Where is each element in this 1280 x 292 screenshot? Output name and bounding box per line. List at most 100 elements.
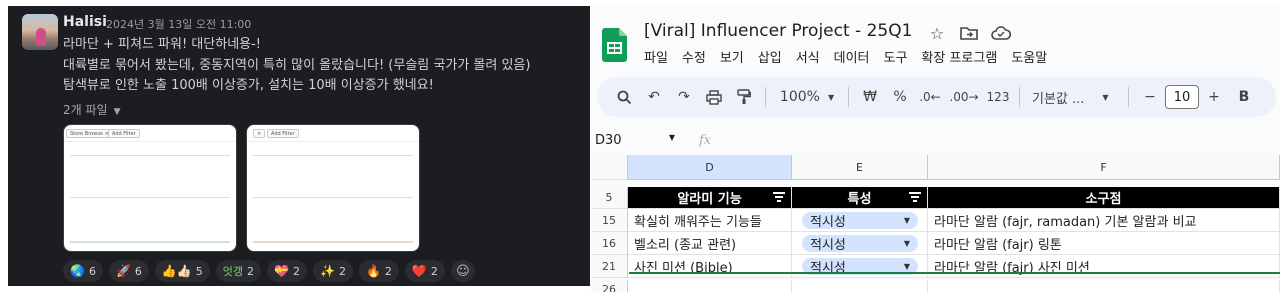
column-header-e[interactable]: E (792, 155, 928, 180)
row-number[interactable]: 26 (591, 280, 628, 292)
filter-icon[interactable] (909, 192, 921, 202)
header-cell-trait[interactable]: 특성 (792, 187, 928, 209)
reaction-pill[interactable]: ❤️ 2 (404, 260, 445, 282)
file-thumbnail[interactable]: Store Browse × Add Filter (63, 124, 237, 252)
font-size-input[interactable]: 10 (1165, 85, 1199, 109)
reaction-pill[interactable]: 엇갱 2 (215, 260, 262, 282)
reaction-count: 6 (134, 264, 142, 278)
more-formats-button[interactable]: 123 (983, 83, 1013, 111)
document-title[interactable]: [Viral] Influencer Project - 25Q1 (644, 21, 912, 41)
row-number[interactable]: 15 (591, 209, 628, 232)
menu-item[interactable]: 보기 (720, 47, 744, 66)
trait-cell[interactable]: 적시성 ▼ (792, 232, 928, 255)
search-icon[interactable] (609, 83, 639, 111)
slack-message-panel: Halisi 2024년 3월 13일 오전 11:00 라마단 + 피쳐드 파… (8, 6, 590, 286)
reaction-pill[interactable]: 🔥 2 (358, 260, 399, 282)
message-line: 라마단 + 피쳐드 파워! 대단하네용-! (63, 37, 262, 52)
paint-format-icon[interactable] (729, 83, 759, 111)
reaction-count: 6 (88, 264, 96, 278)
increase-decimal-button[interactable]: .00→ (945, 83, 983, 111)
menu-item[interactable]: 데이터 (834, 47, 870, 66)
decrease-font-size-button[interactable]: − (1135, 83, 1165, 111)
row-number[interactable]: 16 (591, 232, 628, 255)
feature-cell[interactable]: 사진 미션 (Bible) (628, 255, 792, 278)
author-name[interactable]: Halisi (63, 14, 107, 30)
feature-cell[interactable]: 확실히 깨워주는 기능들 (628, 209, 792, 232)
header-cell-appeal[interactable]: 소구점 (928, 187, 1280, 209)
menu-item[interactable]: 파일 (644, 47, 668, 66)
trait-cell[interactable]: 적시성 ▼ (792, 255, 928, 278)
menu-item[interactable]: 서식 (796, 47, 820, 66)
column-header-d[interactable]: D (628, 155, 792, 180)
files-label: 2개 파일 (63, 103, 108, 117)
decrease-decimal-button[interactable]: .0← (915, 83, 945, 111)
appeal-cell[interactable]: 라마단 알람 (fajr, ramadan) 기본 알람과 비교 (928, 209, 1280, 232)
zoom-select[interactable]: 100% ▼ (772, 83, 842, 111)
currency-format-button[interactable]: ₩ (855, 83, 885, 111)
move-folder-icon[interactable] (958, 22, 980, 44)
caret-down-icon: ▼ (903, 215, 910, 225)
thumbs-up-emoji-icon: 👍👍🏻 (161, 264, 192, 278)
appeal-cell[interactable]: 라마단 알람 (fajr) 링톤 (928, 232, 1280, 255)
reaction-pill[interactable]: ✨ 2 (313, 260, 353, 282)
reaction-pill[interactable]: 🚀 6 (108, 260, 149, 282)
row-number[interactable]: 21 (591, 255, 628, 278)
toolbar-divider (1019, 87, 1020, 107)
zoom-value: 100% (779, 89, 820, 105)
reaction-bar: 🌏 6 🚀 6 👍👍🏻 5 엇갱 2 💝 2 ✨ 2 🔥 2 ❤️ 2 ☺ (63, 260, 475, 282)
undo-icon[interactable]: ↶ (639, 83, 669, 111)
sheets-logo-icon[interactable] (602, 28, 627, 62)
dropdown-chip[interactable]: 적시성 ▼ (802, 234, 918, 253)
dropdown-chip[interactable]: 적시성 ▼ (802, 211, 918, 230)
toolbar-divider (848, 87, 849, 107)
table-row: 21 사진 미션 (Bible) 적시성 ▼ 라마단 알람 (fajr) 사진 미… (591, 255, 1280, 278)
menu-item[interactable]: 도움말 (1011, 47, 1047, 66)
filter-icon[interactable] (773, 192, 785, 202)
reaction-pill[interactable]: 👍👍🏻 5 (154, 260, 210, 282)
reaction-pill[interactable]: 💝 2 (267, 260, 307, 282)
feature-cell[interactable]: 벨소리 (종교 관련) (628, 232, 792, 255)
caret-down-icon: ▼ (668, 132, 675, 142)
custom-text-emoji-icon: 엇갱 (222, 265, 244, 278)
header-cell-text: 소구점 (1085, 192, 1122, 207)
percent-format-button[interactable]: % (885, 83, 915, 111)
name-box[interactable]: D30 ▼ (591, 133, 681, 148)
row-number[interactable]: 5 (591, 187, 628, 209)
message-timestamp[interactable]: 2024년 3월 13일 오전 11:00 (106, 16, 251, 32)
caret-down-icon: ▼ (113, 107, 121, 117)
bold-button[interactable]: B (1229, 83, 1259, 111)
menu-item[interactable]: 삽입 (758, 47, 782, 66)
chart-series-line (253, 241, 413, 243)
empty-cell[interactable] (928, 280, 1280, 292)
font-select[interactable]: 기본값 ... ▼ (1026, 83, 1122, 111)
files-toggle[interactable]: 2개 파일 ▼ (63, 101, 121, 118)
appeal-cell[interactable]: 라마단 알람 (fajr) 사진 미션 (928, 255, 1280, 278)
menu-item[interactable]: 도구 (884, 47, 908, 66)
empty-cell[interactable] (628, 280, 792, 292)
thumbnail-filter-bar: Store Browse × Add Filter (64, 125, 236, 142)
column-header-f[interactable]: F (928, 155, 1280, 180)
header-cell-text: 알라미 기능 (677, 192, 742, 207)
trait-cell[interactable]: 적시성 ▼ (792, 209, 928, 232)
add-filter-chip: Add Filter (108, 129, 140, 138)
cloud-saved-icon[interactable] (990, 22, 1012, 44)
add-reaction-icon[interactable]: ☺ (450, 260, 475, 282)
user-avatar[interactable] (22, 14, 58, 50)
star-icon[interactable]: ☆ (926, 22, 948, 44)
reaction-count: 2 (293, 264, 300, 278)
print-icon[interactable] (699, 83, 729, 111)
reaction-count: 5 (195, 264, 203, 278)
title-actions: ☆ (926, 22, 1012, 44)
increase-font-size-button[interactable]: + (1199, 83, 1229, 111)
rocket-emoji-icon: 🚀 (115, 264, 131, 278)
select-all-corner[interactable] (591, 155, 628, 180)
menu-item[interactable]: 확장 프로그램 (921, 47, 997, 66)
empty-cell[interactable] (792, 280, 928, 292)
header-cell-feature[interactable]: 알라미 기능 (628, 187, 792, 209)
caret-down-icon: ▼ (903, 238, 910, 248)
redo-icon[interactable]: ↷ (669, 83, 699, 111)
file-thumbnail[interactable]: × Add Filter (246, 124, 420, 252)
reaction-pill[interactable]: 🌏 6 (63, 260, 103, 282)
menu-item[interactable]: 수정 (682, 47, 706, 66)
chart-gridline (70, 155, 230, 156)
